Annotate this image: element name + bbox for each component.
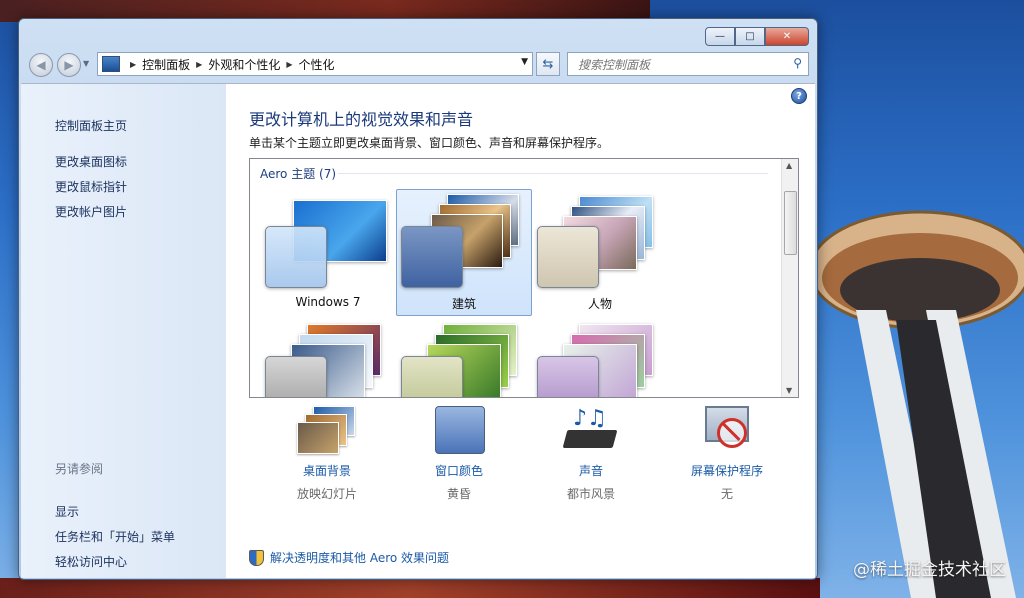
desktop-background-link[interactable]: 桌面背景	[257, 462, 397, 479]
breadcrumb-appearance[interactable]: 外观和个性化	[208, 56, 280, 73]
theme-label: 建筑	[451, 297, 476, 311]
theme-window-preview	[265, 226, 327, 288]
theme-architecture[interactable]: 建筑	[396, 189, 532, 316]
caption-buttons: — □ ✕	[705, 27, 809, 46]
shield-icon	[249, 549, 264, 566]
maximize-button[interactable]: □	[735, 27, 765, 46]
minimize-button[interactable]: —	[705, 27, 735, 46]
arrow-left-icon: ◀	[36, 58, 46, 72]
sounds-link[interactable]: 声音	[521, 462, 661, 479]
window-color-link[interactable]: 窗口颜色	[389, 462, 529, 479]
sidebar-link-taskbar[interactable]: 任务栏和「开始」菜单	[55, 528, 175, 545]
forward-button[interactable]: ▶	[57, 53, 81, 77]
theme-window-preview	[537, 226, 599, 288]
group-divider	[338, 173, 768, 174]
recent-pages-dropdown[interactable]: ▼	[83, 59, 89, 68]
sidebar-link-account-picture[interactable]: 更改帐户图片	[55, 203, 127, 220]
chevron-down-icon[interactable]: ▼	[521, 57, 528, 67]
chevron-right-icon[interactable]: ▶	[196, 60, 202, 69]
screen-saver-icon	[697, 406, 757, 454]
back-button[interactable]: ◀	[29, 53, 53, 77]
scroll-up-icon[interactable]: ▲	[786, 161, 792, 170]
window-color-value: 黄昏	[446, 487, 471, 501]
see-also-title: 另请参阅	[55, 462, 104, 476]
space-needle-wallpaper	[816, 210, 1024, 598]
screen-saver-link[interactable]: 屏幕保护程序	[657, 462, 797, 479]
content-area: 控制面板主页 更改桌面图标 更改鼠标指针 更改帐户图片 另请参阅 显示 任务栏和…	[21, 83, 815, 578]
control-panel-icon	[102, 56, 120, 72]
sounds-value: 都市风景	[566, 487, 615, 501]
refresh-icon: ⇆	[542, 56, 554, 72]
theme-label: Windows 7	[295, 295, 361, 309]
troubleshoot-aero-link[interactable]: 解决透明度和其他 Aero 效果问题	[249, 549, 449, 566]
chevron-right-icon[interactable]: ▶	[130, 60, 136, 69]
troubleshoot-label[interactable]: 解决透明度和其他 Aero 效果问题	[270, 549, 449, 566]
search-icon[interactable]: ⚲	[793, 56, 802, 70]
breadcrumb-control-panel[interactable]: 控制面板	[142, 56, 190, 73]
arrow-right-icon: ▶	[64, 58, 74, 72]
sounds-icon: ♪♫	[561, 406, 621, 454]
theme-characters[interactable]: 人物	[532, 189, 668, 316]
breadcrumb-personalization[interactable]: 个性化	[299, 56, 335, 73]
screen-saver-item[interactable]: 屏幕保护程序 无	[657, 406, 797, 506]
search-box[interactable]: ⚲	[567, 52, 809, 76]
personalization-window: — □ ✕ ◀ ▶ ▼ ▶ 控制面板 ▶ 外观和个性化 ▶ 个性化 ▼ ⇆ ⚲ …	[18, 18, 818, 580]
theme-windows-7[interactable]: Windows 7	[260, 189, 396, 316]
window-color-icon	[429, 406, 489, 454]
theme-window-preview	[265, 356, 327, 397]
page-title: 更改计算机上的视觉效果和声音	[249, 110, 474, 129]
sounds-item[interactable]: ♪♫ 声音 都市风景	[521, 406, 661, 506]
help-icon[interactable]: ?	[791, 88, 807, 104]
sidebar-link-control-panel-home[interactable]: 控制面板主页	[55, 117, 127, 134]
theme-window-preview	[401, 226, 463, 288]
group-title: Aero 主题 (7)	[260, 167, 337, 181]
sidebar-link-display[interactable]: 显示	[55, 503, 79, 520]
page-subtitle: 单击某个主题立即更改桌面背景、窗口颜色、声音和屏幕保护程序。	[249, 136, 610, 150]
window-color-item[interactable]: 窗口颜色 黄昏	[389, 406, 529, 506]
main-panel: ? 更改计算机上的视觉效果和声音 单击某个主题立即更改桌面背景、窗口颜色、声音和…	[227, 84, 815, 578]
sidebar-link-mouse-pointers[interactable]: 更改鼠标指针	[55, 178, 127, 195]
address-bar[interactable]: ▶ 控制面板 ▶ 外观和个性化 ▶ 个性化 ▼	[97, 52, 533, 76]
theme-scenes[interactable]	[532, 319, 668, 397]
sidebar-link-desktop-icons[interactable]: 更改桌面图标	[55, 153, 127, 170]
theme-window-preview	[537, 356, 599, 397]
theme-landscapes[interactable]	[260, 319, 396, 397]
refresh-button[interactable]: ⇆	[536, 52, 560, 76]
watermark-text: @稀土掘金技术社区	[853, 560, 1006, 580]
theme-list-scrollbar[interactable]: ▲ ▼	[781, 159, 798, 397]
scroll-thumb[interactable]	[784, 191, 797, 255]
theme-list[interactable]: Aero 主题 (7) Windows 7 建筑 人物 ▲ ▼	[249, 158, 799, 398]
theme-window-preview	[401, 356, 463, 397]
theme-label: 人物	[587, 297, 612, 311]
desktop-background-icon	[297, 406, 357, 454]
chevron-right-icon[interactable]: ▶	[286, 60, 292, 69]
screen-saver-value: 无	[720, 487, 733, 501]
desktop-background-value: 放映幻灯片	[296, 487, 357, 501]
scroll-down-icon[interactable]: ▼	[786, 386, 792, 395]
sidebar: 控制面板主页 更改桌面图标 更改鼠标指针 更改帐户图片 另请参阅 显示 任务栏和…	[21, 84, 226, 578]
wallpaper-band	[0, 578, 820, 598]
theme-nature[interactable]	[396, 319, 532, 397]
desktop-background-item[interactable]: 桌面背景 放映幻灯片	[257, 406, 397, 506]
sidebar-link-ease-of-access[interactable]: 轻松访问中心	[55, 553, 127, 570]
search-input[interactable]	[576, 55, 790, 75]
close-button[interactable]: ✕	[765, 27, 809, 46]
